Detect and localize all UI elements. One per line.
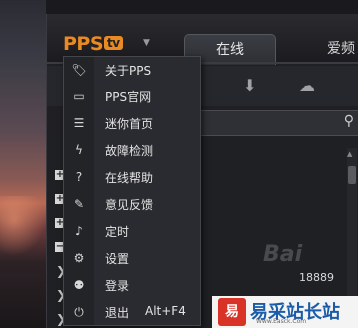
scrollbar-thumb[interactable] [348,166,356,184]
logo-tv: tv [104,36,123,50]
menu-item-timer[interactable]: ♪ 定时 [64,218,200,244]
tab-love-channel[interactable]: 爱频道 [327,34,358,87]
menu-item-label: PPS官网 [105,90,152,104]
menu-item-mini-home[interactable]: ☰ 迷你首页 [64,110,200,136]
menu-item-label: 故障检测 [105,144,154,158]
site-logo: 易 [218,298,246,326]
bell-icon: ♪ [75,224,83,238]
search-icon[interactable]: ⚲ [344,113,354,129]
menu-item-diagnose[interactable]: ϟ 故障检测 [64,137,200,163]
logo-text: PPS [63,33,104,55]
question-icon: ? [75,170,83,184]
menu-item-label: 退出 [105,306,130,320]
menu-item-label: 关于PPS [105,64,152,78]
menu-item-settings[interactable]: ⚙ 设置 [64,245,200,271]
menu-item-about[interactable]: 🏷 关于PPS [64,57,200,83]
pps-dropdown-menu: 🏷 关于PPS ▭ PPS官网 ☰ 迷你首页 ϟ 故障检测 ? 在线帮助 ✎ 意… [63,56,201,326]
menu-item-shortcut: Alt+F4 [145,304,186,318]
chevron-down-icon[interactable]: ▼ [143,38,150,48]
search-input[interactable]: ⚲ [197,110,358,136]
wrench-icon: ϟ [75,143,83,157]
menu-item-label: 意见反馈 [105,198,154,212]
monitor-icon: ▭ [73,89,85,103]
cloud-upload-icon[interactable]: ☁ [299,76,315,95]
menu-item-help[interactable]: ? 在线帮助 [64,164,200,190]
menu-item-label: 登录 [105,279,130,293]
gear-icon: ⚙ [73,251,85,265]
scroll-up-icon[interactable]: ▲ [347,150,352,158]
download-icon[interactable]: ⬇ [243,76,256,95]
menu-item-login[interactable]: ⚉ 登录 [64,272,200,298]
menu-item-exit[interactable]: ⏻ 退出 Alt+F4 [64,299,200,325]
menu-item-feedback[interactable]: ✎ 意见反馈 [64,191,200,217]
desktop-background [0,0,46,328]
power-icon: ⏻ [74,305,84,319]
viewer-count: 18889 [299,271,334,284]
site-url: Www.Easck.Com [256,318,307,325]
menu-item-label: 设置 [105,252,130,266]
user-icon: ⚉ [73,278,85,292]
site-badge: 易 易采站长站 Www.Easck.Com [212,296,358,328]
edit-icon: ✎ [73,197,85,211]
watermark: Bai [263,242,303,267]
menu-item-label: 迷你首页 [105,117,154,131]
window-icon: ☰ [73,116,85,130]
title-bar: PPStv ▼ 在线 爱频道 [47,14,358,87]
menu-item-label: 定时 [105,225,130,239]
menu-item-website[interactable]: ▭ PPS官网 [64,83,200,109]
menu-item-label: 在线帮助 [105,171,154,185]
tag-icon: 🏷 [71,63,87,77]
pps-logo[interactable]: PPS tv [63,33,123,55]
